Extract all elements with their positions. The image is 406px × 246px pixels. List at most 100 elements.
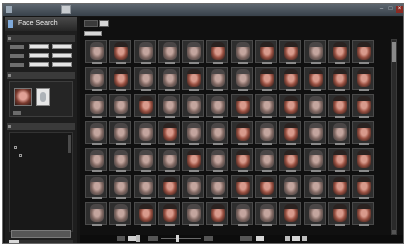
result-thumbnail[interactable] bbox=[182, 202, 205, 226]
result-thumbnail[interactable] bbox=[206, 40, 229, 64]
result-thumbnail[interactable] bbox=[85, 40, 107, 64]
result-thumbnail[interactable] bbox=[182, 121, 205, 145]
sort-selector[interactable] bbox=[84, 31, 102, 36]
target-silhouette-icon[interactable] bbox=[36, 88, 50, 106]
result-thumbnail[interactable] bbox=[133, 175, 156, 199]
result-thumbnail[interactable] bbox=[279, 40, 302, 64]
result-thumbnail[interactable] bbox=[255, 175, 278, 199]
result-thumbnail[interactable] bbox=[255, 202, 278, 226]
result-thumbnail[interactable] bbox=[230, 67, 253, 91]
result-thumbnail[interactable] bbox=[109, 40, 132, 64]
result-thumbnail[interactable] bbox=[327, 67, 350, 91]
result-thumbnail[interactable] bbox=[255, 67, 278, 91]
result-thumbnail[interactable] bbox=[352, 67, 375, 91]
previous-page-button[interactable] bbox=[285, 236, 290, 241]
title-tab[interactable] bbox=[61, 5, 71, 14]
result-thumbnail[interactable] bbox=[327, 40, 350, 64]
filters-section-header[interactable] bbox=[7, 35, 75, 42]
result-thumbnail[interactable] bbox=[109, 175, 132, 199]
filter-from-input[interactable] bbox=[29, 44, 49, 49]
result-thumbnail[interactable] bbox=[85, 175, 107, 199]
tree-scrollbar[interactable] bbox=[68, 135, 71, 153]
result-thumbnail[interactable] bbox=[157, 121, 180, 145]
result-thumbnail[interactable] bbox=[230, 94, 253, 118]
next-page-button[interactable] bbox=[302, 236, 307, 241]
result-thumbnail[interactable] bbox=[109, 67, 132, 91]
database-section-header[interactable] bbox=[7, 123, 75, 130]
result-thumbnail[interactable] bbox=[206, 175, 229, 199]
result-thumbnail[interactable] bbox=[109, 121, 132, 145]
result-thumbnail[interactable] bbox=[133, 148, 156, 172]
minimize-button[interactable]: – bbox=[378, 6, 385, 13]
tree-node-root[interactable] bbox=[14, 145, 19, 150]
result-thumbnail[interactable] bbox=[352, 121, 375, 145]
scroll-thumb[interactable] bbox=[392, 42, 396, 62]
result-thumbnail[interactable] bbox=[230, 40, 253, 64]
filter-to-input[interactable] bbox=[52, 62, 72, 67]
result-thumbnail[interactable] bbox=[279, 148, 302, 172]
result-thumbnail[interactable] bbox=[327, 94, 350, 118]
thumbnail-size-slider[interactable] bbox=[161, 238, 201, 239]
tab-results[interactable] bbox=[84, 20, 98, 27]
search-button[interactable] bbox=[11, 230, 71, 238]
result-thumbnail[interactable] bbox=[85, 94, 107, 118]
result-thumbnail[interactable] bbox=[230, 121, 253, 145]
result-thumbnail[interactable] bbox=[303, 202, 326, 226]
result-thumbnail[interactable] bbox=[230, 148, 253, 172]
scroll-down-icon[interactable] bbox=[392, 230, 396, 234]
tab-view[interactable] bbox=[99, 20, 109, 27]
result-thumbnail[interactable] bbox=[279, 67, 302, 91]
result-thumbnail[interactable] bbox=[206, 202, 229, 226]
result-thumbnail[interactable] bbox=[157, 94, 180, 118]
result-thumbnail[interactable] bbox=[327, 148, 350, 172]
result-thumbnail[interactable] bbox=[255, 40, 278, 64]
page-number-field[interactable] bbox=[292, 236, 300, 241]
filter-to-input[interactable] bbox=[52, 44, 72, 49]
result-thumbnail[interactable] bbox=[182, 175, 205, 199]
filter-to-input[interactable] bbox=[52, 53, 72, 58]
result-thumbnail[interactable] bbox=[85, 67, 107, 91]
result-thumbnail[interactable] bbox=[85, 148, 107, 172]
threshold-input[interactable] bbox=[128, 236, 136, 241]
filter-from-input[interactable] bbox=[29, 53, 49, 58]
result-thumbnail[interactable] bbox=[352, 94, 375, 118]
results-scrollbar[interactable] bbox=[391, 39, 397, 235]
page-input[interactable] bbox=[256, 236, 264, 241]
result-thumbnail[interactable] bbox=[255, 94, 278, 118]
result-thumbnail[interactable] bbox=[133, 121, 156, 145]
result-thumbnail[interactable] bbox=[279, 175, 302, 199]
tree-checkbox[interactable] bbox=[14, 146, 17, 149]
result-thumbnail[interactable] bbox=[133, 67, 156, 91]
result-thumbnail[interactable] bbox=[279, 94, 302, 118]
slider-handle[interactable] bbox=[176, 235, 179, 242]
maximize-button[interactable]: □ bbox=[387, 6, 394, 13]
result-thumbnail[interactable] bbox=[157, 148, 180, 172]
result-thumbnail[interactable] bbox=[109, 148, 132, 172]
result-thumbnail[interactable] bbox=[157, 67, 180, 91]
tree-checkbox[interactable] bbox=[19, 154, 22, 157]
result-thumbnail[interactable] bbox=[352, 148, 375, 172]
result-thumbnail[interactable] bbox=[182, 94, 205, 118]
result-thumbnail[interactable] bbox=[303, 121, 326, 145]
result-thumbnail[interactable] bbox=[303, 67, 326, 91]
result-thumbnail[interactable] bbox=[133, 40, 156, 64]
close-button[interactable]: × bbox=[396, 6, 403, 13]
result-thumbnail[interactable] bbox=[85, 202, 107, 226]
result-thumbnail[interactable] bbox=[157, 202, 180, 226]
result-thumbnail[interactable] bbox=[109, 94, 132, 118]
result-thumbnail[interactable] bbox=[206, 94, 229, 118]
result-thumbnail[interactable] bbox=[255, 148, 278, 172]
result-thumbnail[interactable] bbox=[327, 121, 350, 145]
target-face-image[interactable] bbox=[14, 88, 32, 106]
result-thumbnail[interactable] bbox=[352, 202, 375, 226]
result-thumbnail[interactable] bbox=[303, 40, 326, 64]
load-target-button[interactable] bbox=[13, 111, 21, 115]
result-thumbnail[interactable] bbox=[255, 121, 278, 145]
tree-node-child[interactable] bbox=[19, 153, 24, 158]
result-thumbnail[interactable] bbox=[182, 67, 205, 91]
result-thumbnail[interactable] bbox=[133, 202, 156, 226]
filter-from-input[interactable] bbox=[29, 62, 49, 67]
result-thumbnail[interactable] bbox=[133, 94, 156, 118]
result-thumbnail[interactable] bbox=[327, 202, 350, 226]
threshold-spin-icon[interactable] bbox=[136, 235, 140, 242]
